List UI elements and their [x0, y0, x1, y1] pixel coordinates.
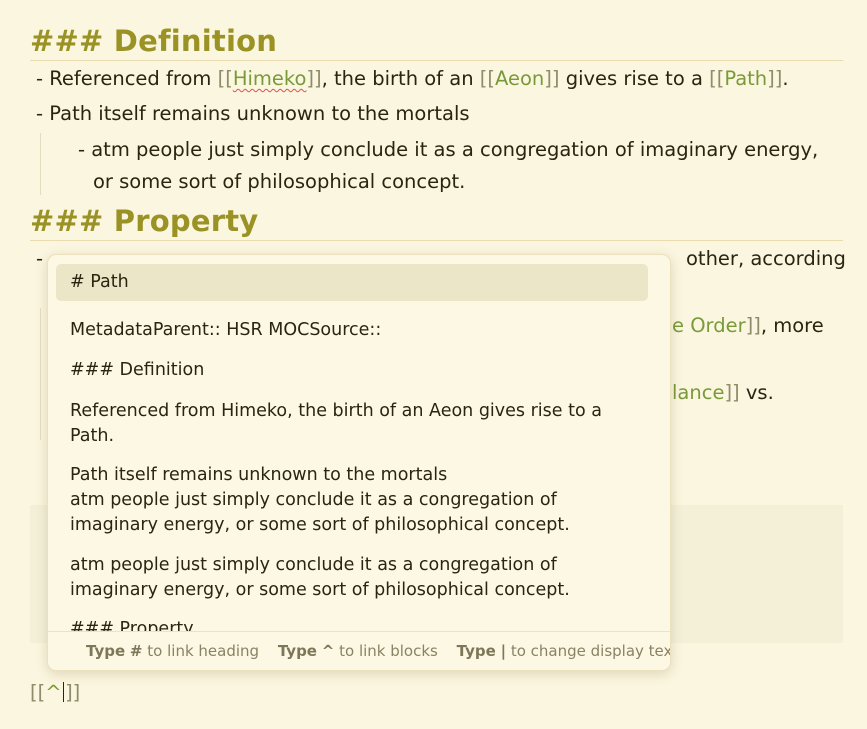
suggestion-item-selected[interactable]: # Path — [56, 264, 648, 301]
suggestion-item[interactable]: atm people just simply conclude it as a … — [56, 547, 648, 609]
hint-text: to link blocks — [339, 642, 438, 660]
suggestion-item[interactable]: ### Property — [56, 611, 648, 631]
indent-guide — [40, 308, 41, 440]
hint-key: # — [129, 642, 143, 660]
heading-text: Definition — [113, 24, 278, 58]
hint-key: | — [500, 642, 507, 660]
definition-line-2[interactable]: - Path itself remains unknown to the mor… — [36, 101, 470, 127]
link-bracket: [[ — [479, 67, 495, 90]
text-cursor — [62, 682, 65, 702]
property-line-1-tail[interactable]: other, according — [686, 246, 846, 272]
hint-display-text: Type | to change display text — [456, 642, 671, 660]
text-run: , more — [760, 314, 824, 337]
link-bracket: ]] — [767, 67, 783, 90]
hint-type-label: Type — [456, 642, 496, 660]
hint-type-label: Type — [277, 642, 317, 660]
text-run: . — [782, 67, 789, 90]
text-run: - Referenced from — [36, 67, 218, 90]
heading-hashes: ### — [30, 204, 104, 238]
link-bracket: ]] — [724, 381, 740, 404]
definition-line-4[interactable]: or some sort of philosophical concept. — [93, 169, 465, 195]
suggestion-item[interactable]: Referenced from Himeko, the birth of an … — [56, 393, 648, 455]
heading-hashes: ### — [30, 24, 104, 58]
suggestion-item[interactable]: ### Definition — [56, 352, 648, 389]
heading-definition: ### Definition — [30, 24, 277, 58]
suggestion-item[interactable]: MetadataParent:: HSR MOCSource:: — [56, 312, 648, 349]
hint-type-label: Type — [86, 642, 126, 660]
hint-text: to link heading — [147, 642, 260, 660]
text-run: vs. — [739, 381, 774, 404]
link-bracket: ]] — [65, 681, 81, 704]
property-line-2-tail[interactable]: e Order]], more — [672, 313, 824, 339]
definition-line-1[interactable]: - Referenced from [[Himeko]], the birth … — [36, 66, 789, 92]
hint-text: to change display text — [510, 642, 671, 660]
suggestion-item[interactable]: Path itself remains unknown to the morta… — [56, 457, 648, 544]
heading-rule — [30, 240, 843, 241]
link-bracket: ]] — [306, 67, 322, 90]
definition-line-3[interactable]: - atm people just simply conclude it as … — [78, 137, 818, 163]
link-input-line[interactable]: [[^]] — [30, 680, 80, 706]
property-line-3-tail[interactable]: lance]] vs. — [672, 380, 774, 406]
hint-link-heading: Type # to link heading — [86, 642, 259, 660]
link-bracket: ]] — [544, 67, 560, 90]
heading-property: ### Property — [30, 204, 258, 238]
typed-caret-symbol: ^ — [45, 681, 62, 704]
link-bracket: [[ — [709, 67, 725, 90]
heading-rule — [30, 60, 843, 61]
internal-link-order[interactable]: e Order — [672, 314, 746, 337]
indent-guide — [40, 133, 41, 195]
text-run: gives rise to a — [559, 67, 710, 90]
property-line-1-dash: - — [36, 247, 44, 270]
internal-link-aeon[interactable]: Aeon — [495, 67, 544, 90]
link-bracket: ]] — [745, 314, 761, 337]
hint-link-blocks: Type ^ to link blocks — [278, 642, 438, 660]
internal-link-path[interactable]: Path — [724, 67, 767, 90]
internal-link-himeko[interactable]: Himeko — [233, 67, 307, 90]
hint-key: ^ — [321, 642, 335, 660]
heading-text: Property — [113, 204, 259, 238]
internal-link-balance[interactable]: lance — [672, 381, 724, 404]
text-run: , the birth of an — [321, 67, 480, 90]
popup-footer-hints: Type # to link heading Type ^ to link bl… — [48, 631, 670, 670]
link-suggestion-popup[interactable]: # Path MetadataParent:: HSR MOCSource:: … — [47, 254, 671, 671]
link-bracket: [[ — [30, 681, 46, 704]
suggestion-list[interactable]: # Path MetadataParent:: HSR MOCSource:: … — [48, 255, 670, 631]
link-bracket: [[ — [217, 67, 233, 90]
